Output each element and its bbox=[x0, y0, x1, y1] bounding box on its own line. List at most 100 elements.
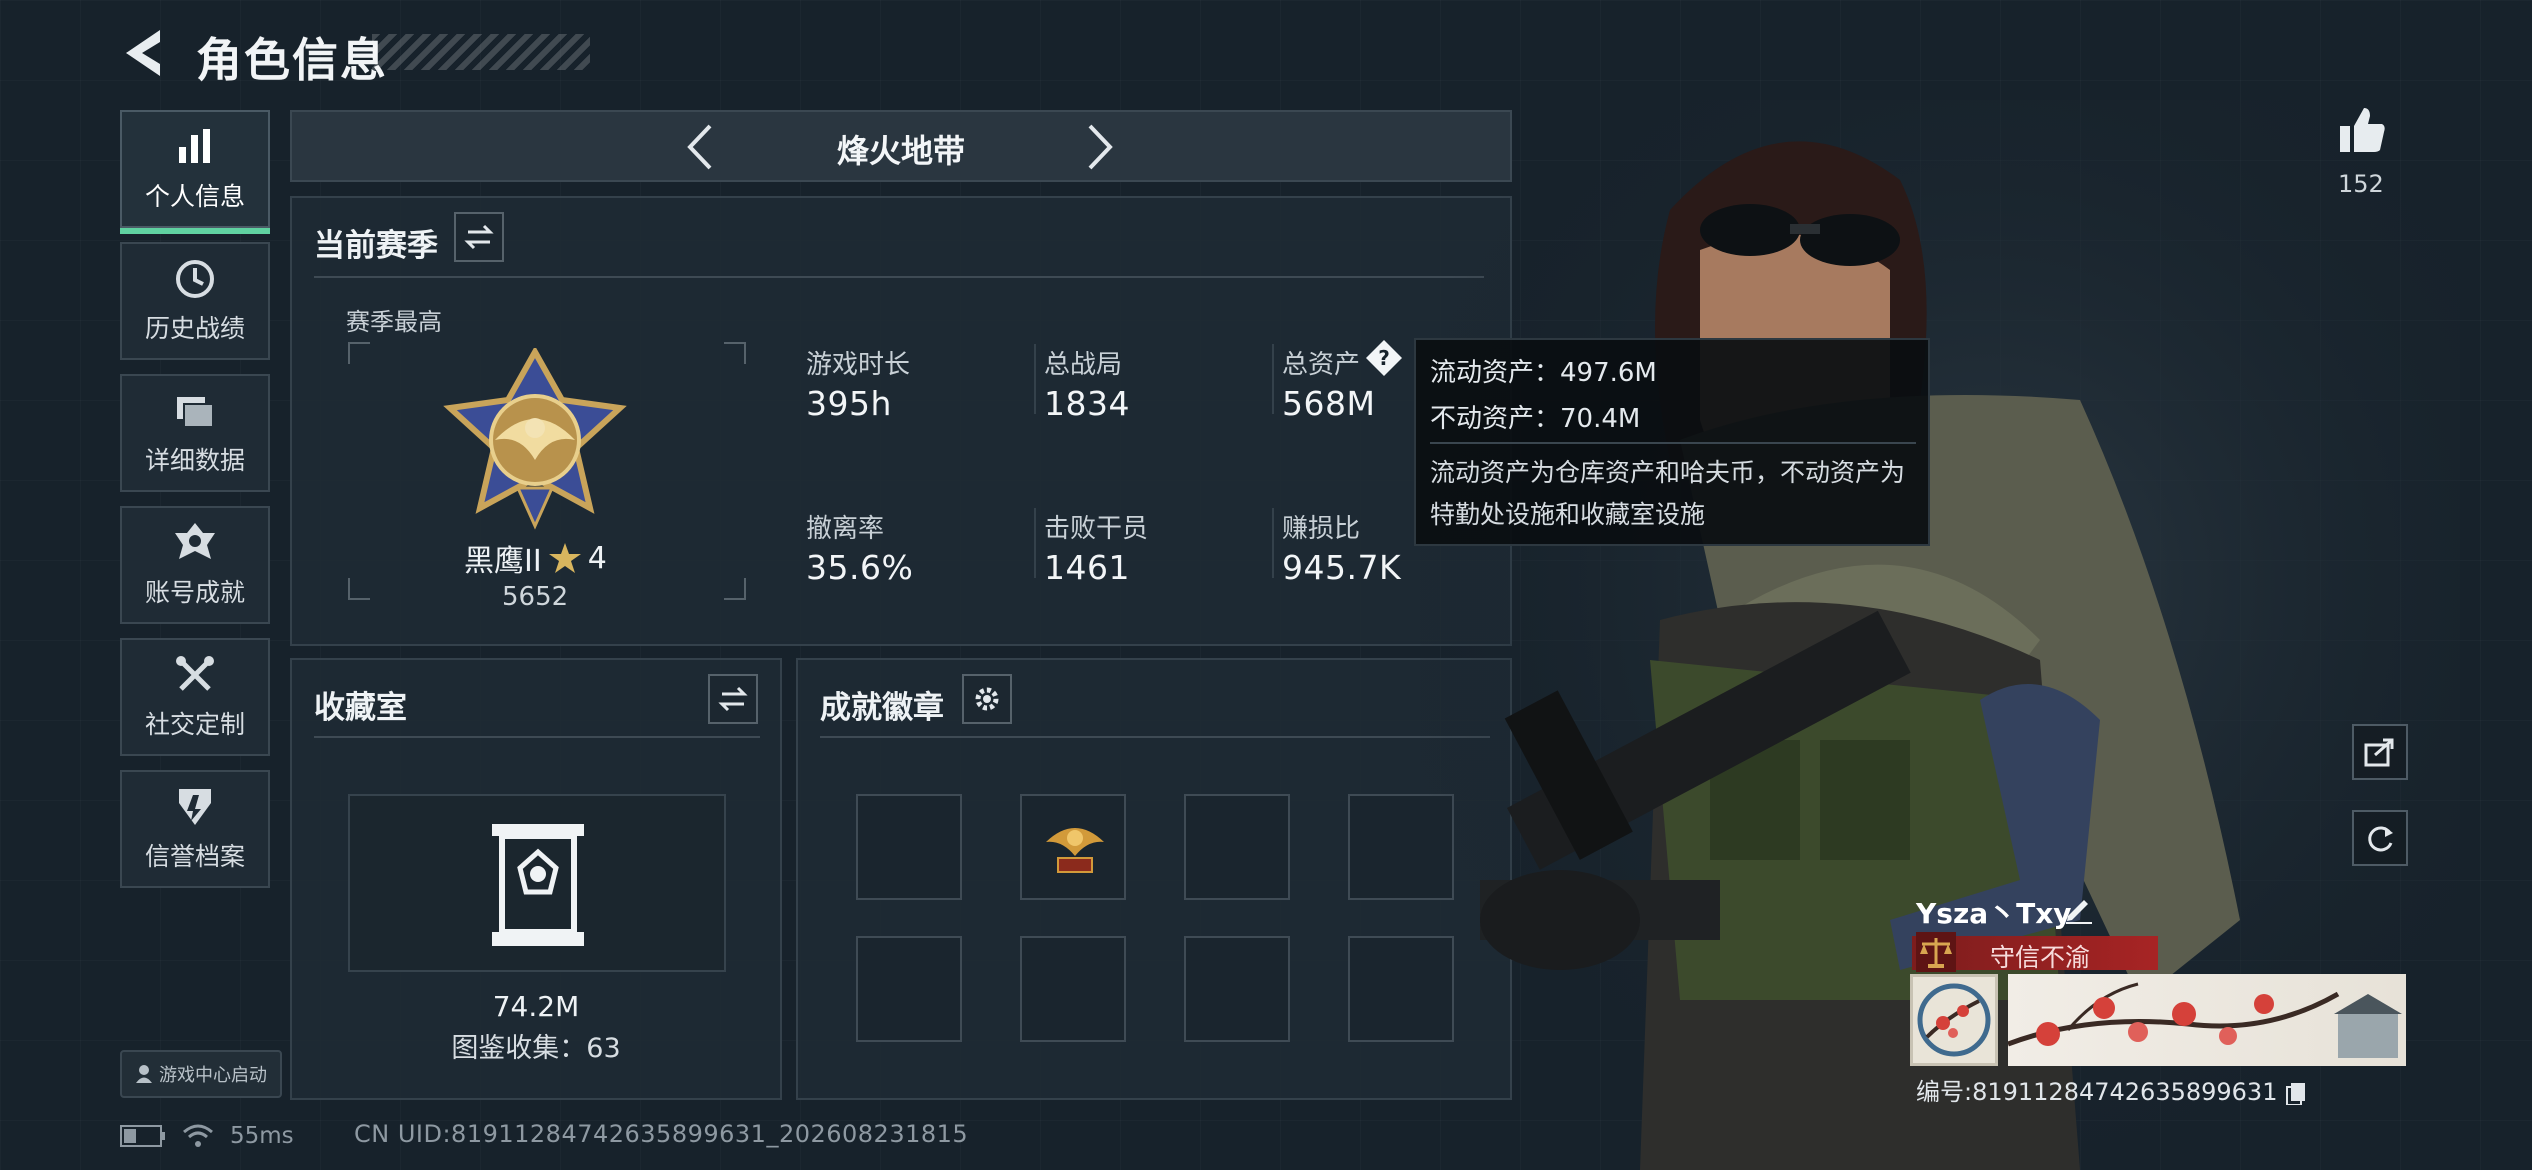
avatar[interactable] bbox=[1910, 974, 1998, 1066]
rank-emblem-icon bbox=[443, 348, 627, 530]
sidebar-item-label: 历史战绩 bbox=[144, 314, 245, 343]
stat-separator bbox=[1034, 344, 1036, 414]
player-nickname: Ysza丶Txy bbox=[1916, 892, 2072, 932]
achievements-settings-button[interactable] bbox=[962, 674, 1012, 724]
sidebar-item-label: 信誉档案 bbox=[144, 842, 245, 871]
page-title: 角色信息 bbox=[196, 33, 388, 87]
folder-icon bbox=[177, 397, 214, 428]
collection-panel: 收藏室 74.2M 图鉴收集：63 bbox=[290, 658, 782, 1100]
badge-slot[interactable] bbox=[856, 794, 962, 900]
scales-badge-icon bbox=[1916, 932, 1956, 972]
collection-preview[interactable] bbox=[348, 794, 726, 972]
mode-selector: 烽火地带 bbox=[290, 110, 1512, 182]
back-button[interactable] bbox=[120, 26, 170, 80]
swap-icon bbox=[464, 224, 494, 250]
stat-value: 395h bbox=[806, 384, 892, 423]
season-switch-button[interactable] bbox=[454, 212, 504, 262]
sidebar-item-achievements[interactable]: 账号成就 bbox=[120, 506, 270, 624]
battery-icon bbox=[120, 1125, 165, 1147]
swap-icon bbox=[718, 686, 748, 712]
stat-label: 撤离率 bbox=[806, 514, 885, 544]
refresh-icon bbox=[2368, 826, 2393, 852]
bar-chart-icon bbox=[179, 129, 210, 163]
sidebar-item-label: 个人信息 bbox=[144, 182, 245, 211]
chevron-right-icon[interactable] bbox=[1080, 122, 1120, 172]
sidebar-item-label: 账号成就 bbox=[144, 578, 245, 607]
frame-corner bbox=[348, 578, 370, 600]
season-divider bbox=[314, 276, 1484, 278]
asset-info-button[interactable]: ? bbox=[1364, 338, 1404, 378]
help-icon: ? bbox=[1366, 340, 1402, 376]
svg-text:?: ? bbox=[1378, 346, 1390, 370]
badge-slot[interactable] bbox=[1020, 936, 1126, 1042]
refresh-button[interactable] bbox=[2352, 810, 2408, 866]
sidebar-item-reputation[interactable]: 信誉档案 bbox=[120, 770, 270, 888]
season-panel: 当前赛季 赛季最高 黑鹰II 4 5652 游戏时长 395h 总战局 1834… bbox=[290, 196, 1512, 646]
player-id: 编号:81911284742635899631 bbox=[1916, 1072, 2307, 1107]
stat-separator bbox=[1272, 508, 1274, 578]
motto-text: 守信不渝 bbox=[1990, 943, 2091, 972]
uid-text: CN UID:81911284742635899631_202608231815 bbox=[354, 1120, 969, 1148]
wifi-icon bbox=[183, 1124, 213, 1147]
sidebar-item-personal-info[interactable]: 个人信息 bbox=[120, 110, 270, 234]
codex-label: 图鉴收集：63 bbox=[451, 1033, 621, 1064]
stat-value: 35.6% bbox=[806, 548, 914, 587]
stat-label: 击败干员 bbox=[1044, 514, 1149, 544]
thumbs-up-icon[interactable] bbox=[2336, 104, 2388, 156]
back-arrow-icon bbox=[126, 30, 160, 76]
frame-corner bbox=[724, 578, 746, 600]
badge-slot[interactable] bbox=[1184, 936, 1290, 1042]
eagle-badge-icon bbox=[1046, 828, 1104, 873]
sidebar-item-details[interactable]: 详细数据 bbox=[120, 374, 270, 492]
collection-switch-button[interactable] bbox=[708, 674, 758, 724]
user-icon bbox=[136, 1065, 152, 1083]
season-title: 当前赛季 bbox=[314, 228, 438, 264]
sidebar-item-history[interactable]: 历史战绩 bbox=[120, 242, 270, 360]
badge-slot[interactable] bbox=[1020, 794, 1126, 900]
achievements-divider bbox=[820, 736, 1490, 738]
stat-label: 总资产 bbox=[1282, 350, 1361, 380]
sidebar-item-social[interactable]: 社交定制 bbox=[120, 638, 270, 756]
sidebar-item-label: 社交定制 bbox=[144, 710, 245, 739]
achievements-title: 成就徽章 bbox=[820, 690, 944, 726]
plum-blossom-avatar-icon bbox=[1917, 983, 1991, 1057]
ping-text: 55ms bbox=[230, 1123, 294, 1149]
tooltip-note: 流动资产为仓库资产和哈夫币，不动资产为特勤处设施和收藏室设施 bbox=[1430, 458, 1906, 529]
share-button[interactable] bbox=[2352, 724, 2408, 780]
frame-corner bbox=[348, 342, 370, 364]
rank-stars: 4 bbox=[587, 540, 607, 576]
sidebar-item-label: 详细数据 bbox=[144, 446, 245, 475]
title-decoration bbox=[372, 34, 590, 70]
nickname-text: Ysza丶Txy bbox=[1916, 897, 2072, 930]
badge-slot[interactable] bbox=[856, 936, 962, 1042]
season-best-label: 赛季最高 bbox=[346, 308, 442, 336]
share-icon bbox=[2364, 738, 2394, 767]
plum-blossom-banner-icon bbox=[2007, 982, 2402, 1058]
stat-separator bbox=[1272, 344, 1274, 414]
like-count: 152 bbox=[2338, 170, 2384, 198]
mode-title: 烽火地带 bbox=[836, 132, 965, 170]
stat-value: 1461 bbox=[1044, 548, 1130, 587]
tooltip-liquid-assets: 流动资产：497.6M bbox=[1430, 358, 1657, 388]
player-id-text: 编号:81911284742635899631 bbox=[1916, 1078, 2278, 1106]
stat-label: 游戏时长 bbox=[806, 350, 911, 380]
collection-title: 收藏室 bbox=[314, 690, 407, 726]
tools-icon bbox=[176, 656, 214, 691]
collection-value: 74.2M bbox=[492, 990, 580, 1023]
badge-slot[interactable] bbox=[1184, 794, 1290, 900]
asset-tooltip: 流动资产：497.6M 不动资产：70.4M 流动资产为仓库资产和哈夫币，不动资… bbox=[1414, 338, 1930, 546]
frame-corner bbox=[724, 342, 746, 364]
stat-label: 总战局 bbox=[1044, 350, 1123, 380]
tooltip-divider bbox=[1430, 442, 1916, 444]
rank-line: 黑鹰II 4 bbox=[464, 536, 607, 580]
game-center-launch-button[interactable]: 游戏中心启动 bbox=[120, 1050, 282, 1098]
edit-pencil-icon[interactable] bbox=[2064, 894, 2094, 924]
tooltip-fixed-assets: 不动资产：70.4M bbox=[1430, 404, 1641, 434]
copy-icon[interactable] bbox=[2285, 1081, 2307, 1106]
achievements-panel: 成就徽章 bbox=[796, 658, 1512, 1100]
shield-icon bbox=[179, 789, 211, 825]
stat-value: 945.7K bbox=[1282, 548, 1402, 587]
namecard-banner[interactable] bbox=[2007, 974, 2406, 1066]
clock-icon bbox=[176, 260, 214, 298]
medal-icon bbox=[175, 523, 215, 559]
